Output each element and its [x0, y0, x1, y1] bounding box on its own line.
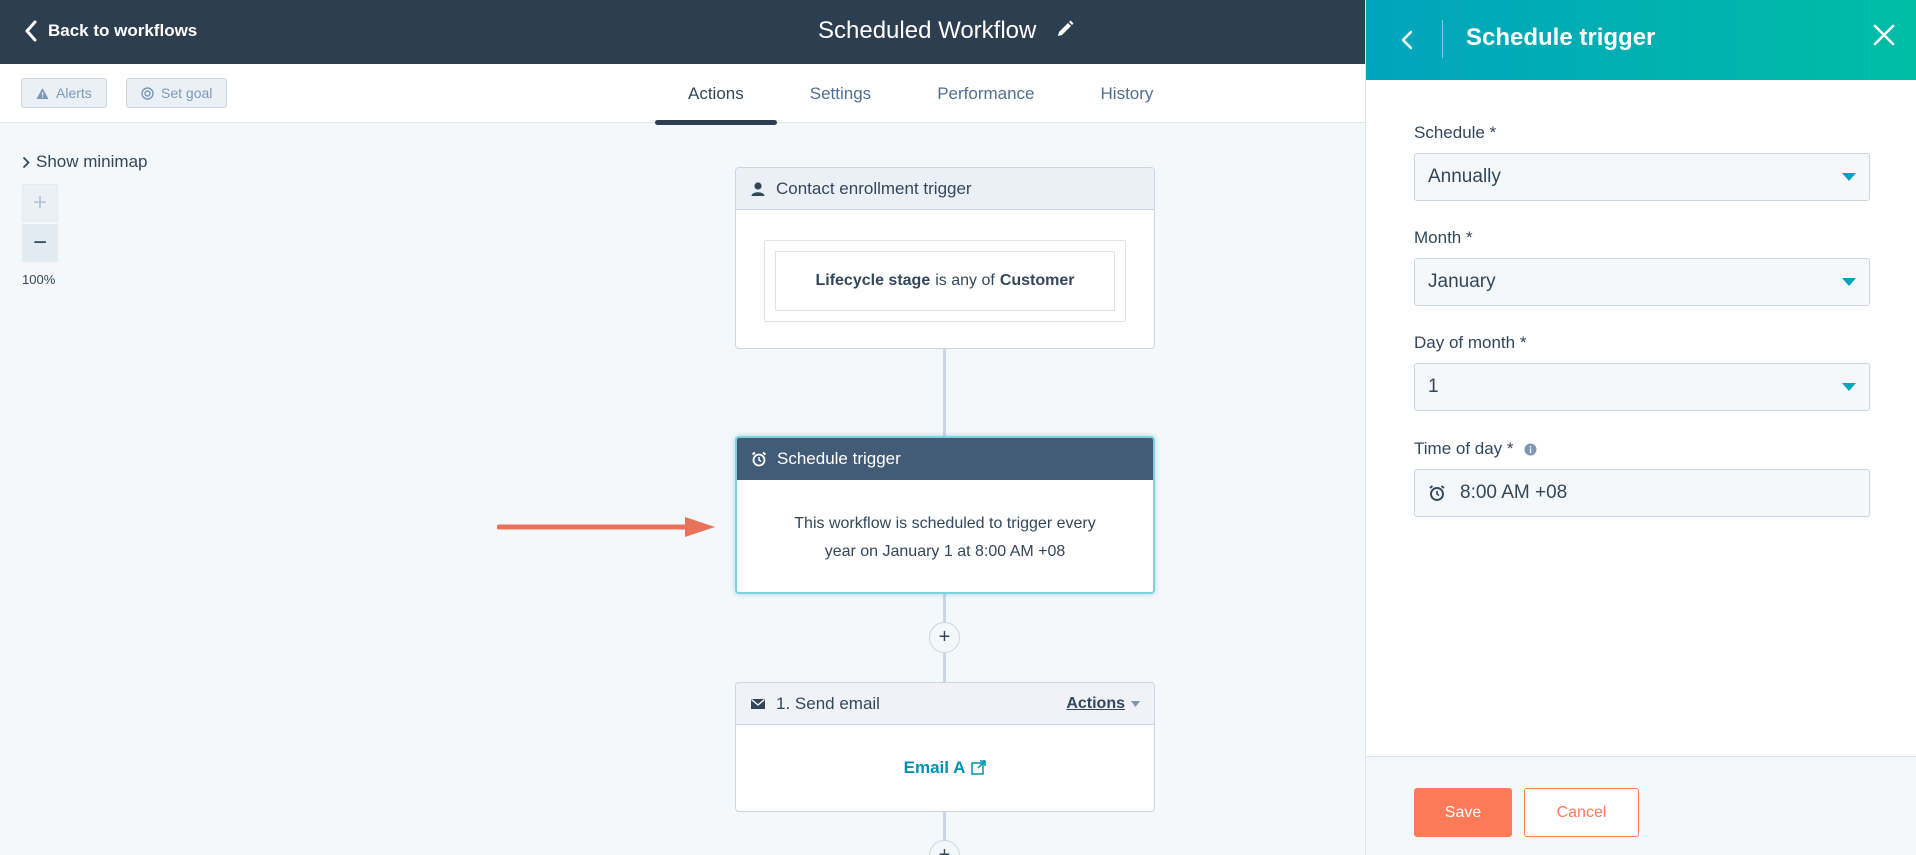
top-header: Back to workflows Scheduled Workflow	[0, 0, 1365, 64]
schedule-trigger-card[interactable]: Schedule trigger This workflow is schedu…	[735, 436, 1155, 594]
day-value: 1	[1428, 376, 1439, 397]
schedule-select[interactable]: Annually	[1414, 153, 1870, 201]
filter-group: Lifecycle stage is any of Customer	[764, 240, 1126, 322]
chevron-left-icon	[25, 20, 37, 42]
tab-history[interactable]: History	[1068, 64, 1187, 123]
enrollment-trigger-card[interactable]: Contact enrollment trigger Lifecycle sta…	[735, 167, 1155, 349]
enrollment-card-header: Contact enrollment trigger	[736, 168, 1154, 210]
workflow-tabs: Actions Settings Performance History	[655, 64, 1187, 125]
filter-property: Lifecycle stage	[815, 272, 931, 289]
back-to-workflows-link[interactable]: Back to workflows	[24, 20, 197, 42]
warning-icon	[36, 87, 49, 99]
alarm-clock-icon	[1429, 485, 1445, 501]
annotation-arrow-icon	[497, 517, 715, 537]
set-goal-label: Set goal	[161, 85, 213, 101]
chevron-left-icon	[1401, 30, 1413, 50]
email-name: Email A	[903, 757, 966, 777]
caret-down-icon	[1842, 173, 1856, 181]
month-field-label: Month *	[1414, 228, 1473, 247]
save-button[interactable]: Save	[1414, 788, 1512, 837]
email-link[interactable]: Email A	[736, 725, 1154, 810]
filter-value: Customer	[999, 272, 1075, 289]
time-field-label-text: Time of day *	[1414, 439, 1514, 458]
zoom-in-button[interactable]: +	[22, 184, 58, 222]
cancel-button[interactable]: Cancel	[1524, 788, 1639, 837]
pencil-icon[interactable]	[1056, 17, 1074, 45]
day-field-label: Day of month *	[1414, 333, 1527, 352]
email-actions-label: Actions	[1066, 694, 1125, 712]
email-actions-dropdown[interactable]: Actions	[1066, 695, 1140, 713]
filter-criteria[interactable]: Lifecycle stage is any of Customer	[775, 251, 1115, 311]
schedule-trigger-panel: Schedule trigger Schedule * Annually Mon…	[1365, 0, 1916, 855]
close-icon	[1873, 24, 1895, 46]
zoom-level: 100%	[22, 272, 56, 287]
alarm-clock-icon	[751, 451, 767, 467]
back-link-label: Back to workflows	[48, 21, 198, 40]
caret-down-icon	[1842, 278, 1856, 286]
workflow-title: Scheduled Workflow	[818, 17, 1037, 44]
enrollment-card-title: Contact enrollment trigger	[776, 178, 972, 198]
panel-title: Schedule trigger	[1466, 24, 1656, 51]
schedule-value: Annually	[1428, 166, 1501, 187]
month-value: January	[1428, 271, 1496, 292]
panel-header: Schedule trigger	[1366, 0, 1916, 80]
filter-operator: is any of	[935, 272, 995, 289]
tab-settings[interactable]: Settings	[777, 64, 904, 123]
time-field-label: Time of day *	[1414, 438, 1870, 460]
schedule-card-title: Schedule trigger	[777, 449, 901, 468]
minimap-label: Show minimap	[36, 152, 148, 171]
chevron-right-icon	[22, 156, 30, 168]
day-of-month-field: Day of month * 1	[1414, 332, 1870, 411]
time-of-day-field: Time of day * 8:00 AM +08	[1414, 438, 1870, 517]
caret-down-icon	[1131, 700, 1140, 707]
alerts-button[interactable]: Alerts	[21, 78, 107, 108]
month-select[interactable]: January	[1414, 258, 1870, 306]
info-icon[interactable]	[1524, 443, 1537, 456]
header-divider	[1442, 20, 1443, 58]
external-link-icon	[971, 760, 987, 775]
tab-actions[interactable]: Actions	[655, 64, 777, 125]
zoom-out-button[interactable]: −	[22, 224, 58, 262]
add-action-button[interactable]: +	[929, 840, 960, 855]
caret-down-icon	[1842, 383, 1856, 391]
connector-line	[943, 349, 946, 437]
alerts-label: Alerts	[56, 85, 92, 101]
schedule-description: This workflow is scheduled to trigger ev…	[794, 515, 1096, 560]
time-value: 8:00 AM +08	[1460, 482, 1568, 503]
target-icon	[141, 86, 154, 100]
send-email-card[interactable]: 1. Send email Actions Email A	[735, 682, 1155, 812]
workflow-toolbar: Alerts Set goal Actions Settings Perform…	[0, 64, 1365, 125]
show-minimap-toggle[interactable]: Show minimap	[22, 152, 148, 172]
schedule-field: Schedule * Annually	[1414, 122, 1870, 201]
close-panel-button[interactable]	[1873, 24, 1901, 52]
envelope-icon	[751, 698, 765, 709]
add-action-button[interactable]: +	[929, 622, 960, 653]
time-of-day-input[interactable]: 8:00 AM +08	[1414, 469, 1870, 517]
contact-icon	[751, 181, 765, 196]
day-of-month-select[interactable]: 1	[1414, 363, 1870, 411]
schedule-card-header: Schedule trigger	[737, 438, 1153, 480]
panel-footer: Save Cancel	[1366, 756, 1916, 855]
email-card-header: 1. Send email Actions	[736, 683, 1154, 725]
month-field: Month * January	[1414, 227, 1870, 306]
panel-back-button[interactable]	[1392, 24, 1422, 56]
email-card-title: 1. Send email	[776, 693, 880, 713]
set-goal-button[interactable]: Set goal	[126, 78, 228, 108]
tab-performance[interactable]: Performance	[904, 64, 1067, 123]
workflow-title-area: Scheduled Workflow	[818, 17, 1074, 45]
schedule-field-label: Schedule *	[1414, 123, 1497, 142]
